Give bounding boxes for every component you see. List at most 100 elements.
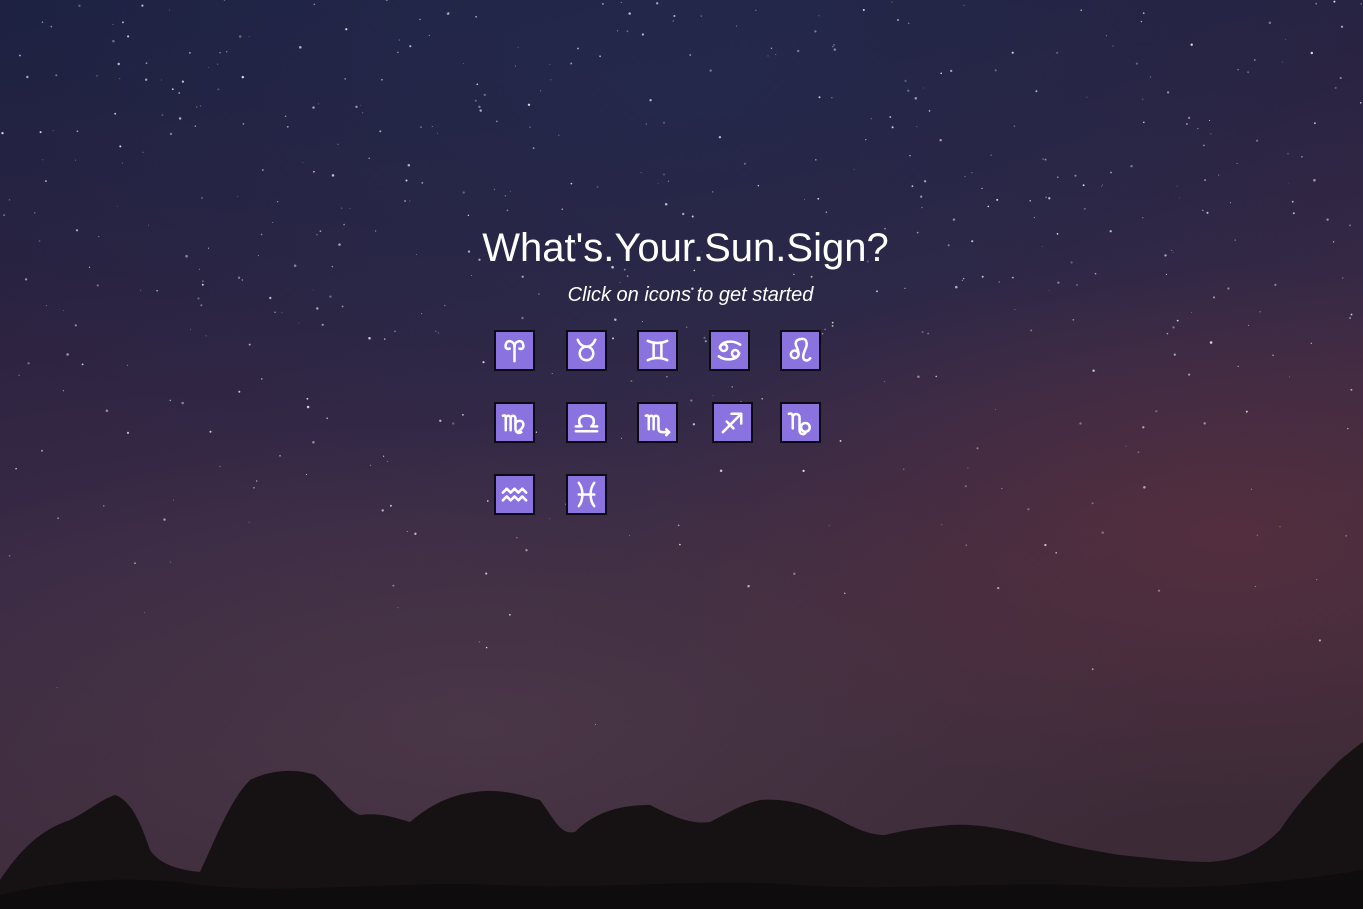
star xyxy=(950,69,953,73)
star xyxy=(24,278,28,281)
star xyxy=(1033,216,1035,219)
star xyxy=(178,92,181,94)
star xyxy=(831,45,834,48)
star xyxy=(126,431,130,435)
star xyxy=(1334,86,1337,89)
star xyxy=(66,353,69,356)
star xyxy=(467,214,470,216)
star xyxy=(1030,329,1033,332)
star xyxy=(237,276,241,279)
star xyxy=(1013,125,1016,127)
star xyxy=(1350,388,1353,391)
star xyxy=(451,422,455,425)
star xyxy=(26,75,29,79)
sagittarius-button[interactable] xyxy=(712,402,753,443)
star xyxy=(1142,12,1145,14)
star xyxy=(595,723,596,725)
star xyxy=(964,485,967,488)
star xyxy=(281,312,283,314)
star xyxy=(1143,486,1146,489)
gemini-button[interactable] xyxy=(637,330,678,371)
star xyxy=(219,52,221,54)
star xyxy=(904,79,907,83)
star xyxy=(1179,197,1181,199)
star xyxy=(743,162,746,165)
star xyxy=(370,464,372,466)
star xyxy=(1092,369,1095,372)
star xyxy=(889,116,892,118)
star xyxy=(1173,353,1176,356)
leo-button[interactable] xyxy=(780,330,821,371)
star xyxy=(52,129,54,131)
star xyxy=(656,2,659,5)
star xyxy=(312,106,315,109)
star xyxy=(935,375,937,378)
star xyxy=(1072,318,1075,321)
star xyxy=(690,399,693,402)
star xyxy=(1029,199,1031,202)
star xyxy=(169,9,170,11)
star xyxy=(831,97,833,99)
star xyxy=(709,69,712,72)
star xyxy=(223,0,225,1)
star xyxy=(384,338,386,340)
star xyxy=(312,440,315,444)
star xyxy=(963,4,965,6)
star xyxy=(833,48,837,51)
night-sky-background xyxy=(0,0,1363,909)
gemini-icon xyxy=(646,339,669,362)
virgo-icon xyxy=(501,414,525,435)
cancer-button[interactable] xyxy=(709,330,750,371)
star xyxy=(630,380,633,382)
star xyxy=(506,209,509,212)
aries-button[interactable] xyxy=(494,330,535,371)
star xyxy=(272,222,274,223)
star xyxy=(907,22,910,25)
star xyxy=(1272,354,1274,357)
star xyxy=(922,87,924,89)
star xyxy=(474,99,477,102)
star xyxy=(127,35,130,38)
star xyxy=(704,340,707,343)
star xyxy=(1259,310,1261,313)
star xyxy=(1203,144,1205,147)
star xyxy=(1048,197,1051,200)
aquarius-button[interactable] xyxy=(494,474,535,515)
libra-button[interactable] xyxy=(566,402,607,443)
star xyxy=(420,126,422,129)
star xyxy=(397,51,399,53)
star xyxy=(462,414,464,416)
aries-icon xyxy=(504,339,525,363)
star xyxy=(677,524,680,527)
star xyxy=(405,179,408,182)
star xyxy=(1187,116,1191,120)
capricorn-button[interactable] xyxy=(780,402,821,443)
star xyxy=(381,78,383,81)
virgo-button[interactable] xyxy=(494,402,535,443)
star xyxy=(907,89,910,92)
taurus-button[interactable] xyxy=(566,330,607,371)
pisces-button[interactable] xyxy=(566,474,607,515)
star xyxy=(761,397,764,400)
star xyxy=(1360,3,1362,5)
star xyxy=(821,332,824,335)
star xyxy=(517,46,519,48)
star xyxy=(577,47,579,50)
star xyxy=(628,12,631,15)
star xyxy=(145,62,148,65)
scorpio-button[interactable] xyxy=(637,402,678,443)
star xyxy=(306,405,310,409)
star xyxy=(731,386,734,388)
star xyxy=(8,199,11,201)
star xyxy=(1158,589,1161,592)
star xyxy=(981,187,983,190)
star xyxy=(39,131,42,134)
star xyxy=(1055,551,1058,554)
star xyxy=(558,134,560,136)
star xyxy=(672,20,675,22)
star xyxy=(3,214,6,217)
star xyxy=(337,143,339,145)
star xyxy=(987,205,990,208)
star xyxy=(19,54,21,57)
star xyxy=(1186,123,1188,125)
